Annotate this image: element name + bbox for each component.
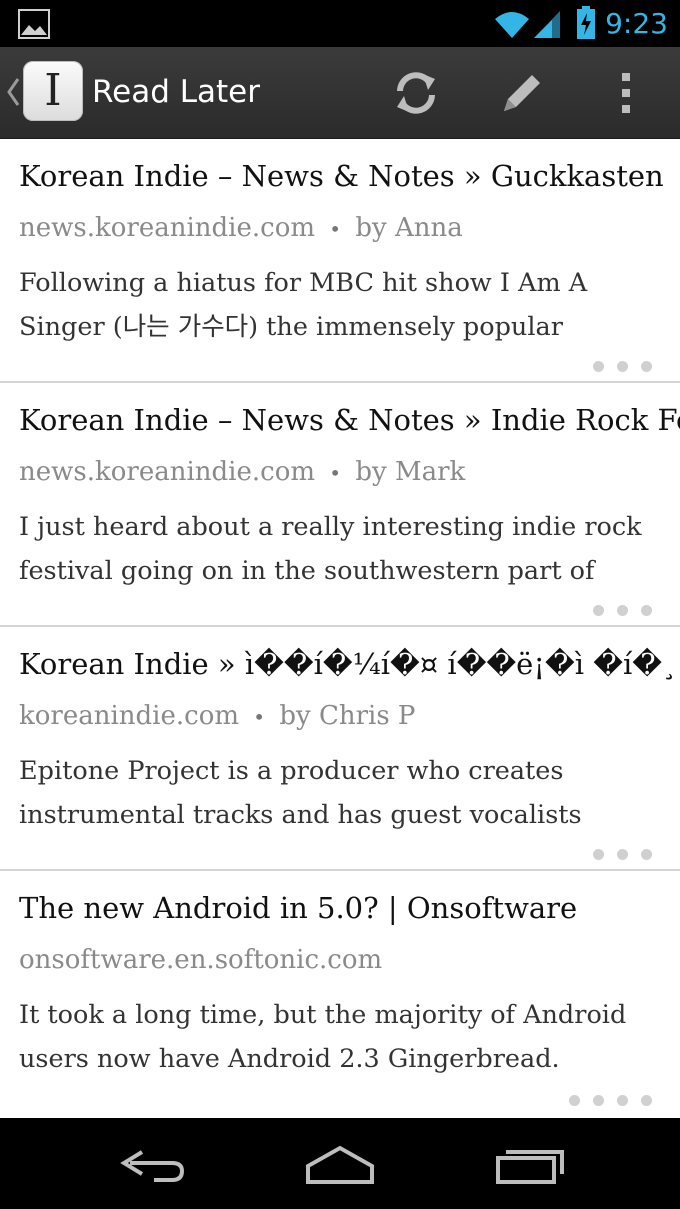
article-snippet: It took a long time, but the majority of…: [19, 1000, 627, 1074]
more-dots-icon: [556, 1091, 652, 1106]
article-meta: koreanindie.com • by Chris P: [19, 699, 670, 734]
nav-bar: [0, 1118, 680, 1209]
article-snippet: Epitone Project is a producer who create…: [19, 756, 582, 830]
article-title: Korean Indie – News & Notes » Indie Rock…: [19, 403, 680, 437]
article-domain: news.koreanindie.com: [19, 213, 316, 243]
edit-button[interactable]: [490, 65, 550, 121]
back-icon: [120, 1150, 185, 1182]
home-button[interactable]: [300, 1138, 380, 1188]
refresh-icon: [397, 72, 435, 114]
overflow-menu-icon: [622, 73, 630, 113]
list-item[interactable]: Korean Indie – News & Notes » Guckkasten…: [0, 139, 680, 383]
recents-button[interactable]: [490, 1138, 570, 1188]
back-button[interactable]: [110, 1138, 190, 1188]
signal-icon: [534, 11, 560, 38]
article-title: Korean Indie » ì��í�¼í�¤ í��ë¡�ì �í�¸ (: [19, 647, 680, 681]
article-domain: koreanindie.com: [19, 701, 240, 731]
refresh-button[interactable]: [386, 65, 446, 121]
app-icon[interactable]: I: [23, 61, 83, 121]
list-item[interactable]: The new Android in 5.0? | Onsoftware ons…: [0, 871, 680, 1115]
meta-separator: •: [253, 705, 266, 729]
article-author: by Chris P: [279, 701, 416, 731]
list-item[interactable]: Korean Indie – News & Notes » Indie Rock…: [0, 383, 680, 627]
status-bar: 9:23: [0, 0, 680, 47]
battery-charging-icon: [577, 6, 595, 39]
list-item[interactable]: Korean Indie » ì��í�¼í�¤ í��ë¡�ì �í�¸ ( …: [0, 627, 680, 871]
article-meta: onsoftware.en.softonic.com: [19, 943, 670, 977]
action-bar: I Read Later: [0, 47, 680, 139]
article-title: The new Android in 5.0? | Onsoftware: [19, 891, 578, 925]
wifi-icon: [495, 12, 529, 38]
home-icon: [306, 1145, 374, 1184]
article-meta: news.koreanindie.com • by Mark: [19, 455, 670, 490]
article-snippet: Following a hiatus for MBC hit show I Am…: [19, 268, 588, 342]
app-icon-letter: I: [44, 65, 62, 116]
article-meta: news.koreanindie.com • by Anna: [19, 211, 670, 246]
meta-separator: •: [329, 461, 342, 485]
article-list[interactable]: Korean Indie – News & Notes » Guckkasten…: [0, 139, 680, 1118]
article-snippet: I just heard about a really interesting …: [19, 512, 642, 586]
page-title: Read Later: [92, 74, 260, 110]
overflow-menu-button[interactable]: [598, 65, 654, 121]
meta-separator: •: [329, 217, 342, 241]
article-author: by Mark: [355, 457, 466, 487]
more-dots-icon: [580, 845, 652, 860]
article-title: Korean Indie – News & Notes » Guckkasten: [19, 159, 664, 193]
more-dots-icon: [580, 357, 652, 372]
edit-icon: [504, 75, 540, 111]
article-author: by Anna: [355, 213, 463, 243]
image-notification-icon: [18, 9, 50, 39]
recents-icon: [496, 1150, 564, 1184]
up-caret-icon[interactable]: [6, 77, 20, 107]
status-time: 9:23: [605, 7, 668, 40]
more-dots-icon: [580, 601, 652, 616]
article-domain: onsoftware.en.softonic.com: [19, 945, 383, 975]
article-domain: news.koreanindie.com: [19, 457, 316, 487]
